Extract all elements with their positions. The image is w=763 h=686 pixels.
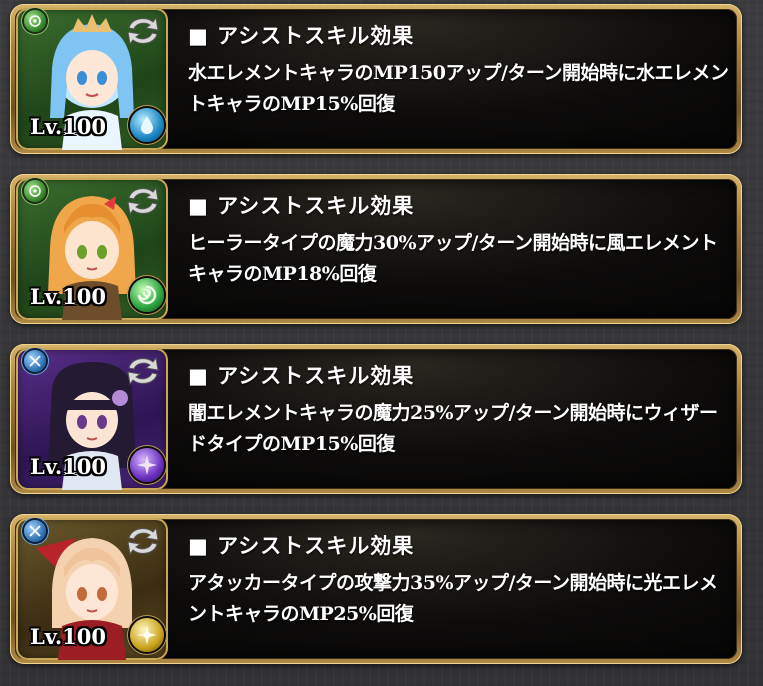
- swap-icon[interactable]: [123, 184, 163, 218]
- level-label: Lv.100: [30, 114, 107, 139]
- type-badge-icon: [24, 520, 46, 542]
- type-badge-icon: [24, 350, 46, 372]
- level-label: Lv.100: [30, 284, 107, 309]
- swap-icon[interactable]: [123, 354, 163, 388]
- swap-icon[interactable]: [123, 524, 163, 558]
- character-portrait[interactable]: Lv.100: [16, 178, 168, 320]
- character-portrait[interactable]: Lv.100: [16, 8, 168, 150]
- type-badge-icon: [24, 180, 46, 202]
- water-element-icon: [130, 108, 164, 142]
- character-portrait[interactable]: Lv.100: [16, 518, 168, 660]
- skill-description: 闇エレメントキャラの魔力25%アップ/ターン開始時にウィザードタイプのMP15%…: [188, 402, 718, 455]
- skill-description: アタッカータイプの攻撃力35%アップ/ターン開始時に光エレメントキャラのMP25…: [188, 572, 718, 625]
- skill-title: ■ アシストスキル効果: [188, 363, 415, 388]
- light-element-icon: [130, 618, 164, 652]
- assist-card-3[interactable]: Lv.100 ■ アシストスキル効果 闇エレメントキャラの魔力25%アップ/ター…: [10, 344, 742, 494]
- dark-element-icon: [130, 448, 164, 482]
- character-portrait[interactable]: Lv.100: [16, 348, 168, 490]
- type-badge-icon: [24, 10, 46, 32]
- assist-card-1[interactable]: Lv.100 ■ アシストスキル効果 水エレメントキャラのMP150アップ/ター…: [10, 4, 742, 154]
- wind-element-icon: [130, 278, 164, 312]
- assist-card-4[interactable]: Lv.100 ■ アシストスキル効果 アタッカータイプの攻撃力35%アップ/ター…: [10, 514, 742, 664]
- skill-description: 水エレメントキャラのMP150アップ/ターン開始時に水エレメントキャラのMP15…: [188, 62, 729, 115]
- skill-title: ■ アシストスキル効果: [188, 23, 415, 48]
- level-label: Lv.100: [30, 624, 107, 649]
- skill-title: ■ アシストスキル効果: [188, 533, 415, 558]
- level-label: Lv.100: [30, 454, 107, 479]
- skill-description: ヒーラータイプの魔力30%アップ/ターン開始時に風エレメントキャラのMP18%回…: [188, 232, 718, 285]
- swap-icon[interactable]: [123, 14, 163, 48]
- assist-card-2[interactable]: Lv.100 ■ アシストスキル効果 ヒーラータイプの魔力30%アップ/ターン開…: [10, 174, 742, 324]
- skill-title: ■ アシストスキル効果: [188, 193, 415, 218]
